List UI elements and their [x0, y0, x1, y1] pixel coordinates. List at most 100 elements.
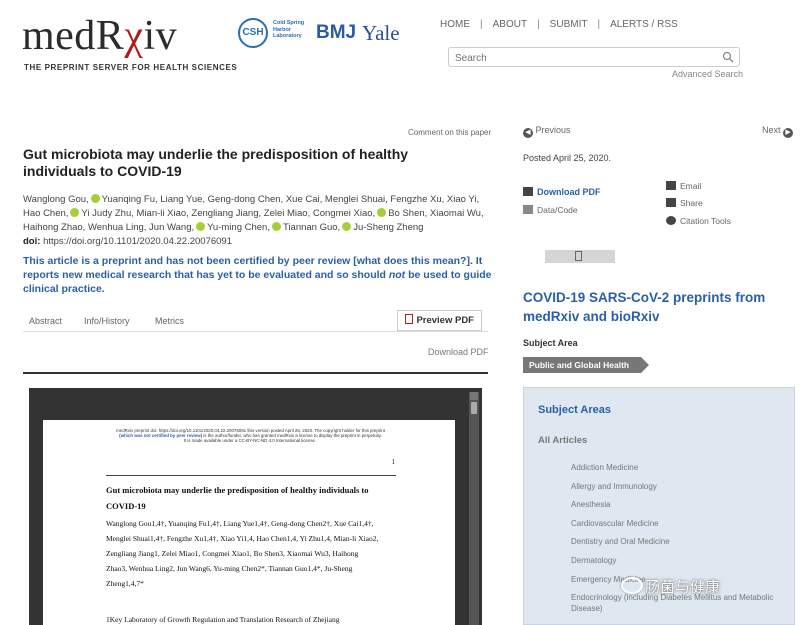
covid-preprints-link[interactable]: COVID-19 SARS-CoV-2 preprints from medRx…	[523, 288, 773, 326]
nav-home[interactable]: HOME	[440, 19, 470, 30]
document-icon	[523, 205, 533, 214]
download-icon	[523, 187, 533, 196]
top-nav: HOME | ABOUT | SUBMIT | ALERTS / RSS	[440, 19, 678, 30]
share-label: Share	[680, 198, 703, 208]
chevron-left-icon: ◀	[523, 128, 533, 138]
tagline: THE PREPRINT SERVER FOR HEALTH SCIENCES	[24, 63, 238, 72]
orcid-icon[interactable]	[342, 222, 352, 231]
previous-label: Previous	[535, 125, 571, 135]
pdf-rule	[106, 475, 396, 476]
preview-pdf-button[interactable]: Preview PDF	[397, 310, 482, 331]
pdf-author-line: Menglei Shuai1,4†, Fengzhe Xu1,4†, Xiao …	[106, 534, 379, 543]
posted-date: Posted April 25, 2020.	[523, 153, 612, 163]
preprint-notice: This article is a preprint and has not b…	[23, 254, 493, 296]
nav-about[interactable]: ABOUT	[493, 19, 527, 30]
pdf-page: medRxiv preprint doi: https://doi.org/10…	[43, 420, 455, 625]
email-link[interactable]: Email	[666, 181, 701, 191]
tab-abstract[interactable]: Abstract	[29, 316, 62, 326]
next-label: Next	[762, 125, 781, 135]
share-link[interactable]: Share	[666, 198, 703, 208]
citation-tools-label: Citation Tools	[680, 216, 731, 226]
email-label: Email	[680, 181, 702, 191]
pdf-header-line: It is made available under a CC-BY-NC-ND…	[183, 438, 318, 443]
watermark-text: 肠菌与健康	[645, 579, 721, 596]
orcid-icon[interactable]	[196, 222, 206, 231]
next-link[interactable]: Next ▶	[762, 125, 794, 138]
pdf-authors: Wanglong Gou1,4†, Yuanqing Fu1,4†, Liang…	[106, 516, 406, 591]
search-box	[448, 47, 740, 68]
author-text[interactable]: Ju-Sheng Zheng	[353, 222, 423, 233]
yale-logo[interactable]: Yale	[362, 21, 400, 46]
doi-line: doi: https://doi.org/10.1101/2020.04.22.…	[23, 236, 232, 247]
share-icon	[666, 198, 676, 207]
author-text[interactable]: Tiannan Guo,	[283, 222, 340, 233]
doi-link[interactable]: https://doi.org/10.1101/2020.04.22.20076…	[43, 236, 232, 247]
file-icon	[575, 251, 582, 261]
author-text[interactable]: Yi Judy Zhu, Mian-li Xiao, Zengliang Jia…	[81, 208, 375, 219]
advanced-search-link[interactable]: Advanced Search	[672, 69, 743, 79]
author-text[interactable]: Wanglong Gou,	[23, 194, 89, 205]
author-list: Wanglong Gou, Yuanqing Fu, Liang Yue, Gen…	[23, 193, 493, 235]
sidebar-download-pdf[interactable]: Download PDF	[523, 187, 601, 197]
search-input[interactable]	[453, 49, 713, 68]
subject-area-label: Subject Area	[523, 338, 578, 348]
orcid-icon[interactable]	[271, 222, 281, 231]
article-title: Gut microbiota may underlie the predispo…	[23, 146, 409, 179]
preview-pdf-label: Preview PDF	[416, 315, 474, 326]
pdf-author-line: Zengliang Jiang1, Zelei Miao1, Congmei X…	[106, 549, 359, 558]
author-text[interactable]: Yu-ming Chen,	[207, 222, 270, 233]
download-pdf-link[interactable]: Download PDF	[428, 347, 489, 357]
scroll-thumb[interactable]	[471, 402, 477, 414]
subject-areas-heading: Subject Areas	[538, 404, 611, 416]
csh-logo-icon[interactable]: CSH	[238, 18, 268, 48]
subject-area-item[interactable]: Cardiovascular Medicine	[571, 518, 781, 537]
pdf-thumbnail-button[interactable]	[545, 250, 615, 263]
divider	[23, 372, 488, 374]
chevron-right-icon: ▶	[783, 128, 794, 138]
pdf-page-number: 1	[391, 458, 396, 466]
pdf-page-header: medRxiv preprint doi: https://doi.org/10…	[73, 428, 428, 443]
article-tabs: Abstract Info/History Metrics Preview PD…	[23, 308, 488, 332]
subject-area-item[interactable]: Dentistry and Oral Medicine	[571, 536, 781, 555]
subject-area-item[interactable]: Addiction Medicine	[571, 462, 781, 481]
pdf-author-line: Zhao3, Wenhua Ling2, Jun Wang6, Yu-ming …	[106, 564, 353, 573]
pdf-title-line: COVID-19	[106, 501, 146, 511]
pdf-author-line: Wanglong Gou1,4†, Yuanqing Fu1,4†, Liang…	[106, 519, 374, 528]
quote-icon	[666, 216, 676, 225]
bmj-logo[interactable]: BMJ	[316, 22, 356, 44]
pdf-affiliation: 1Key Laboratory of Growth Regulation and…	[106, 615, 340, 624]
pdf-icon	[405, 314, 414, 324]
scroll-up-arrow[interactable]	[470, 392, 478, 400]
search-icon[interactable]	[722, 51, 734, 63]
orcid-icon[interactable]	[377, 208, 387, 217]
pdf-scrollbar[interactable]	[469, 392, 479, 625]
data-code-label: Data/Code	[537, 205, 578, 215]
tab-info-history[interactable]: Info/History	[84, 316, 130, 326]
data-code-link[interactable]: Data/Code	[523, 205, 578, 215]
nav-alerts-rss[interactable]: ALERTS / RSS	[610, 19, 678, 30]
orcid-icon[interactable]	[90, 194, 100, 203]
wechat-watermark-icon	[621, 577, 643, 594]
pdf-title-line: Gut microbiota may underlie the predispo…	[106, 485, 369, 495]
nav-separator: |	[480, 19, 483, 30]
envelope-icon	[666, 181, 676, 190]
subject-area-item[interactable]: Anesthesia	[571, 499, 781, 518]
citation-tools-link[interactable]: Citation Tools	[666, 216, 731, 226]
orcid-icon[interactable]	[70, 208, 80, 217]
download-pdf-label: Download PDF	[537, 187, 601, 197]
subject-area-tag[interactable]: Public and Global Health	[523, 357, 650, 373]
pdf-title: Gut microbiota may underlie the predispo…	[106, 482, 406, 514]
comment-link[interactable]: Comment on this paper	[408, 128, 491, 137]
nav-submit[interactable]: SUBMIT	[550, 19, 588, 30]
csh-logo-text: Cold Spring Harbor Laboratory	[273, 20, 305, 39]
pdf-author-line: Zheng1,4,7*	[106, 579, 144, 588]
subject-area-item[interactable]: Allergy and Immunology	[571, 481, 781, 500]
medrxiv-logo[interactable]: medRχiv	[22, 14, 177, 58]
previous-link[interactable]: ◀ Previous	[523, 125, 571, 138]
all-articles-link[interactable]: All Articles	[538, 435, 587, 446]
nav-separator: |	[597, 19, 601, 30]
subject-area-item[interactable]: Dermatology	[571, 555, 781, 574]
nav-separator: |	[537, 19, 540, 30]
doi-label: doi:	[23, 236, 41, 247]
tab-metrics[interactable]: Metrics	[155, 316, 184, 326]
